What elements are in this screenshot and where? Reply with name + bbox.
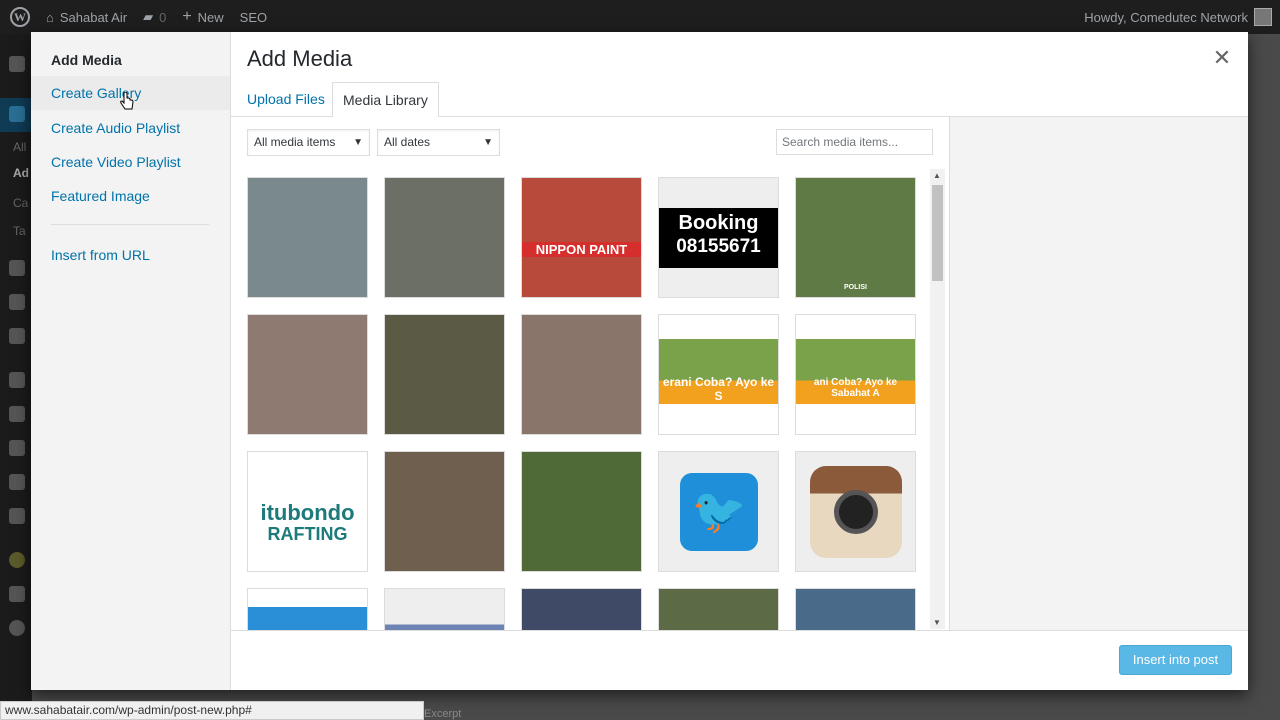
new-content-link[interactable]: + New	[174, 0, 231, 34]
close-icon[interactable]: ✕	[1210, 46, 1234, 70]
media-thumbnail-rafters-cheering[interactable]	[795, 588, 916, 630]
hand-cursor-icon	[120, 91, 134, 112]
media-modal: Add Media Create Gallery Create Audio Pl…	[31, 32, 1248, 690]
media-thumbnail-partial-blue-logo[interactable]	[247, 588, 368, 630]
media-thumbnail-facebook-logo[interactable]	[384, 588, 505, 630]
menu-item-create-video-playlist[interactable]: Create Video Playlist	[51, 154, 181, 170]
menu-label-categories[interactable]: Ca	[13, 196, 28, 210]
media-thumbnail-river-rafting-rocks[interactable]	[384, 177, 505, 298]
collapse-icon[interactable]	[9, 620, 25, 636]
comment-icon: ▰	[143, 9, 154, 24]
thumbnail-caption: Booking	[678, 212, 759, 234]
instagram-camera-icon	[810, 466, 902, 558]
partial-excerpt-label: Excerpt	[424, 708, 462, 720]
thumbnail-caption: 08155671	[676, 236, 761, 257]
media-thumbnail-nippon-paint-group[interactable]: NIPPON PAINT	[521, 177, 642, 298]
pages-icon[interactable]	[9, 294, 25, 310]
scroll-up-icon[interactable]: ▲	[933, 171, 941, 180]
plus-icon: +	[182, 8, 192, 25]
admin-side-menu: All Ad Ca Ta	[0, 34, 32, 720]
menu-item-create-audio-playlist[interactable]: Create Audio Playlist	[51, 120, 180, 136]
menu-separator	[51, 224, 209, 225]
router-tabs: Upload Files Media Library	[231, 82, 1248, 118]
scrollbar-thumb[interactable]	[932, 185, 943, 281]
grid-scrollbar[interactable]: ▲ ▼	[930, 169, 945, 629]
menu-item-featured-image[interactable]: Featured Image	[51, 188, 150, 204]
attachments-grid: NIPPON PAINT Booking 08155671 POLISI erani C…	[247, 177, 927, 630]
dropdown-caret-icon: ▼	[483, 137, 493, 148]
plugins-icon[interactable]	[9, 406, 25, 422]
my-account-link[interactable]: Howdy, Comedutec Network	[1076, 0, 1280, 34]
media-thumbnail-river-scene[interactable]	[658, 588, 779, 630]
media-icon[interactable]	[9, 260, 25, 276]
media-frame-menu: Add Media Create Gallery Create Audio Pl…	[31, 32, 231, 690]
thumbnail-caption: itubondo	[260, 500, 355, 525]
media-thumbnail-waterfall-rafting[interactable]	[247, 177, 368, 298]
appearance-icon[interactable]	[9, 372, 25, 388]
menu-label-all[interactable]: All	[13, 140, 26, 154]
media-date-filter[interactable]: All dates ▼	[377, 129, 500, 156]
thumbnail-caption: ani Coba? Ayo ke Sabahat A	[813, 377, 898, 399]
seo-link[interactable]: SEO	[232, 0, 275, 34]
media-thumbnail-booking-banner[interactable]: Booking 08155671	[658, 177, 779, 298]
media-thumbnail-twitter-logo[interactable]: 🐦	[658, 451, 779, 572]
insert-into-post-button[interactable]: Insert into post	[1119, 645, 1232, 675]
settings-icon[interactable]	[9, 508, 25, 524]
media-thumbnail-forest-team-game[interactable]	[384, 314, 505, 435]
search-input[interactable]: Search media items...	[776, 129, 933, 155]
attachments-browser: All media items ▼ All dates ▼ Search med…	[231, 117, 949, 630]
wordpress-logo-icon[interactable]: W	[0, 0, 38, 34]
menu-title[interactable]: Add Media	[51, 52, 122, 68]
home-icon: ⌂	[46, 9, 54, 25]
seo-icon[interactable]	[9, 552, 25, 568]
frame-title: Add Media	[247, 46, 353, 71]
media-thumbnail-group-red-uniform-1[interactable]	[247, 314, 368, 435]
media-thumbnail-group-red-uniform-2[interactable]	[521, 314, 642, 435]
media-frame-toolbar: Insert into post	[231, 630, 1248, 690]
media-thumbnail-rafting-crowd[interactable]	[384, 451, 505, 572]
pin-icon[interactable]	[9, 106, 25, 122]
tools-icon[interactable]	[9, 474, 25, 490]
admin-bar: W ⌂ Sahabat Air ▰ 0 + New SEO Howdy, Com…	[0, 0, 1280, 34]
thumbnail-caption: RAFTING	[267, 524, 348, 544]
site-name-link[interactable]: ⌂ Sahabat Air	[38, 0, 135, 34]
media-thumbnail-rafting-group-helmets[interactable]	[521, 588, 642, 630]
media-thumbnail-rafting-banner-1[interactable]: erani Coba? Ayo ke S	[658, 314, 779, 435]
gear-icon[interactable]	[9, 586, 25, 602]
comments-icon[interactable]	[9, 328, 25, 344]
menu-item-insert-from-url[interactable]: Insert from URL	[51, 247, 150, 263]
media-thumbnail-situbondo-rafting-logo[interactable]: itubondo RAFTING	[247, 451, 368, 572]
browser-status-bar: www.sahabatair.com/wp-admin/post-new.php…	[0, 701, 424, 720]
scroll-down-icon[interactable]: ▼	[933, 618, 941, 627]
twitter-bird-icon: 🐦	[680, 473, 758, 551]
media-thumbnail-man-fruit-tree[interactable]	[521, 451, 642, 572]
tab-upload-files[interactable]: Upload Files	[237, 82, 335, 117]
media-thumbnail-instagram-logo[interactable]	[795, 451, 916, 572]
users-icon[interactable]	[9, 440, 25, 456]
menu-label-tags[interactable]: Ta	[13, 224, 26, 238]
comments-link[interactable]: ▰ 0	[135, 0, 174, 34]
thumbnail-caption: POLISI	[844, 284, 867, 291]
dashboard-icon[interactable]	[9, 56, 25, 72]
media-thumbnail-rafting-banner-2[interactable]: ani Coba? Ayo ke Sabahat A	[795, 314, 916, 435]
media-sidebar	[949, 117, 1248, 630]
menu-label-add[interactable]: Ad	[13, 166, 29, 180]
dropdown-caret-icon: ▼	[353, 137, 363, 148]
avatar	[1254, 8, 1272, 26]
media-thumbnail-outdoor-group-games[interactable]: POLISI	[795, 177, 916, 298]
tab-media-library[interactable]: Media Library	[332, 82, 439, 118]
thumbnail-caption: NIPPON PAINT	[522, 242, 641, 257]
thumbnail-caption: erani Coba? Ayo ke S	[662, 375, 775, 403]
media-type-filter[interactable]: All media items ▼	[247, 129, 370, 156]
